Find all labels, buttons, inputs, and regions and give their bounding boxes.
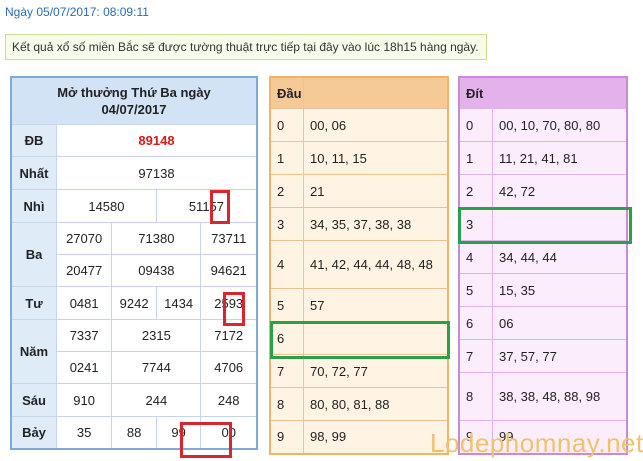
bay-value: 88 [111,416,157,449]
dau-header-empty [303,76,449,109]
dau-header: Đầu [269,76,304,109]
highlight-green-dau-6 [270,321,450,359]
nhat-value: 97138 [56,156,258,190]
dit-header-empty [492,76,628,109]
nhi-value: 51157 [155,189,258,223]
sau-value: 910 [55,383,113,417]
dit-values: 42, 72 [492,174,628,208]
dau-key: 0 [269,108,304,142]
ba-value: 73711 [200,222,258,255]
dau-key: 1 [269,141,304,175]
dau-values: 98, 99 [303,420,449,454]
dit-key: 6 [458,306,493,340]
dau-values: 00, 06 [303,108,449,142]
sau-value: 248 [200,383,258,417]
dau-key: 2 [269,174,304,208]
nhi-label: Nhì [10,189,57,223]
dit-values: 00, 10, 70, 80, 80 [492,108,628,142]
tu-value: 9242 [111,286,157,320]
dit-key: 0 [458,108,493,142]
nam-value: 7744 [111,351,202,384]
dau-key: 8 [269,387,304,421]
dit-values: 06 [492,306,628,340]
header-line1: Mở thưởng Thứ Ba ngày [57,85,211,100]
dau-values: 80, 80, 81, 88 [303,387,449,421]
dau-key: 7 [269,354,304,388]
highlight-red-tu [223,292,245,326]
dit-key: 2 [458,174,493,208]
nam-value: 7337 [55,319,113,352]
dit-key: 5 [458,273,493,307]
ba-value: 09438 [111,254,202,287]
bay-value: 35 [55,416,113,449]
dau-values: 34, 35, 37, 38, 38 [303,207,449,241]
db-label: ĐB [10,124,57,157]
ba-value: 71380 [111,222,202,255]
dau-values: 21 [303,174,449,208]
dau-key: 4 [269,240,304,289]
tu-value: 1434 [155,286,202,320]
dit-header: Đít [458,76,493,109]
notice-box: Kết quả xổ số miền Bắc sẽ được tường thu… [5,34,487,60]
highlight-red-nhi [210,190,230,224]
nam-value: 4706 [200,351,258,384]
tu-value: 0481 [55,286,113,320]
ba-value: 20477 [55,254,113,287]
ba-value: 27070 [55,222,113,255]
dau-table: Đầu 0 00, 06 1 10, 11, 15 2 21 3 34, 35, 37,… [269,76,449,455]
dit-table: Đít 0 00, 10, 70, 80, 80 1 11, 21, 41, 81 … [458,76,628,455]
dit-values: 34, 44, 44 [492,240,628,274]
nam-label: Năm [10,319,57,384]
tu-label: Tư [10,286,57,320]
ba-label: Ba [10,222,57,287]
results-table: Mở thưởng Thứ Ba ngày 04/07/2017 ĐB 8914… [10,76,258,450]
dau-key: 5 [269,288,304,322]
header-line2: 04/07/2017 [101,102,167,117]
highlight-red-bay [180,422,232,458]
dau-values: 10, 11, 15 [303,141,449,175]
highlight-green-dit-3 [458,207,632,244]
dit-key: 1 [458,141,493,175]
dit-values: 15, 35 [492,273,628,307]
sau-label: Sáu [10,383,57,417]
nam-value: 2315 [111,319,202,352]
sau-value: 244 [111,383,202,417]
nhat-label: Nhất [10,156,57,190]
dau-values: 41, 42, 44, 44, 48, 48 [303,240,449,289]
dit-values: 11, 21, 41, 81 [492,141,628,175]
dau-key: 3 [269,207,304,241]
db-value: 89148 [56,124,258,157]
dit-key: 4 [458,240,493,274]
nam-value: 0241 [55,351,113,384]
dit-key: 8 [458,372,493,421]
results-header: Mở thưởng Thứ Ba ngày 04/07/2017 [10,76,258,125]
dit-key: 7 [458,339,493,373]
date-line: Ngày 05/07/2017: 08:09:11 [5,5,149,19]
dau-values: 70, 72, 77 [303,354,449,388]
dau-values: 57 [303,288,449,322]
dit-values: 37, 57, 77 [492,339,628,373]
dit-values: 38, 38, 48, 88, 98 [492,372,628,421]
ba-value: 94621 [200,254,258,287]
dau-key: 9 [269,420,304,454]
bay-label: Bảy [10,416,57,449]
watermark: Lodephomnay.net [430,428,643,458]
nhi-value: 14580 [56,189,157,223]
